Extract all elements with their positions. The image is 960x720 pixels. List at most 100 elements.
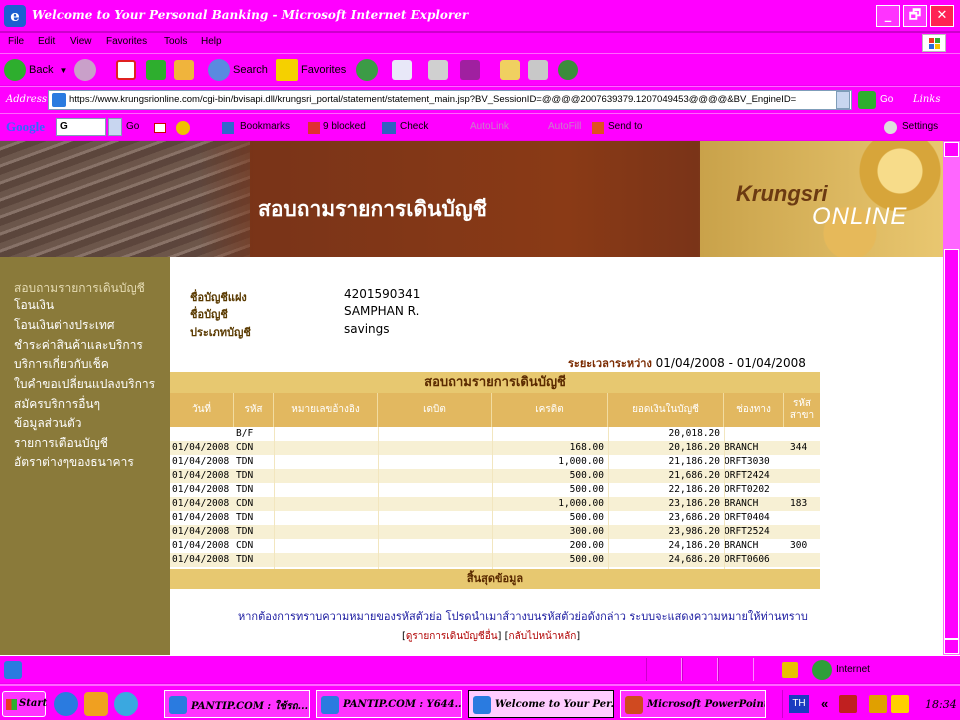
go-button[interactable]: Go	[880, 94, 893, 105]
news-icon[interactable]	[176, 121, 190, 135]
minimize-button[interactable]: _	[876, 5, 900, 27]
close-button[interactable]: ✕	[930, 5, 954, 27]
folder-quicklaunch-icon[interactable]	[84, 692, 108, 716]
ie-quicklaunch-icon[interactable]	[54, 692, 78, 716]
cell-code[interactable]: CDN	[236, 442, 253, 453]
refresh-button[interactable]	[146, 58, 166, 82]
settings-button[interactable]: Settings	[902, 121, 938, 132]
tray-app-icon[interactable]	[839, 695, 857, 713]
bookmark-star-icon[interactable]	[222, 122, 234, 134]
volume-icon[interactable]	[891, 695, 909, 713]
scroll-down-button[interactable]	[944, 639, 959, 654]
autolink-button[interactable]: AutoLink	[470, 121, 509, 132]
address-bar: Address https://www.krungsrionline.com/c…	[0, 86, 960, 113]
menu-tools[interactable]: Tools	[164, 36, 187, 47]
edit-button[interactable]	[460, 58, 480, 82]
vertical-scrollbar[interactable]	[943, 141, 960, 655]
address-dropdown-icon[interactable]	[836, 91, 850, 109]
messenger-button[interactable]	[558, 58, 578, 82]
other-statement-link[interactable]: ดูรายการเดินบัญชีอื่น	[406, 631, 498, 642]
standard-toolbar: Back ▼ Search Favorites	[0, 53, 960, 85]
sidebar-item-rates[interactable]: อัตราต่างๆของธนาคาร	[14, 453, 134, 472]
autofill-button[interactable]: AutoFill	[548, 121, 581, 132]
back-dropdown-icon[interactable]: ▼	[59, 66, 67, 75]
home-button[interactable]	[174, 58, 194, 82]
taskbar-item-pantip-2[interactable]: PANTIP.COM : Y644...	[316, 690, 462, 718]
history-button[interactable]	[356, 58, 381, 82]
scroll-thumb[interactable]	[944, 249, 959, 639]
google-search-input[interactable]: G	[56, 118, 106, 136]
google-dropdown-icon[interactable]	[108, 118, 122, 136]
menu-edit[interactable]: Edit	[38, 36, 55, 47]
statement-period: ระยะเวลาระหว่าง 01/04/2008 - 01/04/2008	[568, 354, 806, 372]
sidebar-item-other-services[interactable]: สมัครบริการอื่นๆ	[14, 395, 100, 414]
menu-favorites[interactable]: Favorites	[106, 36, 147, 47]
cell-code[interactable]: TDN	[236, 484, 253, 495]
cell-code[interactable]: TDN	[236, 456, 253, 467]
print-button[interactable]	[428, 58, 448, 82]
taskbar-item-powerpoint[interactable]: Microsoft PowerPoint...	[620, 690, 766, 718]
cell-branch: 344	[790, 442, 808, 453]
popup-blocked-count[interactable]: 9 blocked	[323, 121, 366, 132]
menu-help[interactable]: Help	[201, 36, 222, 47]
gmail-icon[interactable]	[154, 123, 166, 133]
taskbar-item-pantip-1[interactable]: PANTIP.COM : ใช้รถ...	[164, 690, 310, 718]
search-icon	[208, 59, 230, 81]
cell-code[interactable]: B/F	[236, 428, 253, 439]
table-row: 01/04/2008 TDN 500.00 21,686.20 ORFT2424	[170, 469, 820, 483]
back-button[interactable]: Back ▼	[4, 58, 67, 82]
menu-view[interactable]: View	[70, 36, 92, 47]
cell-code[interactable]: TDN	[236, 512, 253, 523]
search-button[interactable]: Search	[208, 58, 268, 82]
check-button[interactable]: Check	[400, 121, 428, 132]
stop-button[interactable]	[116, 58, 136, 82]
sidebar-item-bill-payment[interactable]: ชำระค่าสินค้าและบริการ	[14, 336, 143, 355]
cell-code[interactable]: CDN	[236, 540, 253, 551]
address-label: Address	[6, 94, 47, 105]
favorites-button[interactable]: Favorites	[276, 58, 346, 82]
tray-app-icon[interactable]	[869, 695, 887, 713]
cell-balance: 21,686.20	[668, 470, 720, 481]
lock-icon[interactable]	[782, 662, 798, 678]
back-home-link[interactable]: กลับไปหน้าหลัก	[509, 631, 577, 642]
sidebar-item-alerts[interactable]: รายการเตือนบัญชี	[14, 434, 108, 453]
sidebar-item-profile[interactable]: ข้อมูลส่วนตัว	[14, 414, 81, 433]
address-input[interactable]: https://www.krungsrionline.com/cgi-bin/b…	[48, 90, 852, 110]
sidebar-item-service-change[interactable]: ใบคำขอเปลี่ยนแปลงบริการ	[14, 375, 155, 394]
ie-icon[interactable]: e	[4, 5, 26, 27]
tray-expand-icon[interactable]: «	[821, 696, 828, 711]
notes-button[interactable]	[500, 58, 520, 82]
links-button[interactable]: Links	[913, 94, 940, 105]
ie-task-icon	[169, 696, 187, 714]
cell-channel: BRANCH	[724, 540, 759, 551]
home-icon	[174, 60, 194, 80]
scroll-up-button[interactable]	[944, 142, 959, 157]
taskbar-item-krungsri[interactable]: Welcome to Your Per...	[468, 690, 614, 718]
internet-globe-icon	[812, 660, 832, 680]
go-arrow-icon[interactable]	[858, 91, 876, 109]
forward-button[interactable]	[74, 58, 99, 82]
cell-code[interactable]: CDN	[236, 498, 253, 509]
cell-code[interactable]: TDN	[236, 470, 253, 481]
language-indicator[interactable]: TH	[789, 695, 809, 713]
sidebar-item-intl-transfer[interactable]: โอนเงินต่างประเทศ	[14, 316, 115, 335]
cell-channel: ORFT0606	[724, 554, 770, 565]
media-quicklaunch-icon[interactable]	[114, 692, 138, 716]
back-arrow-icon	[4, 59, 26, 81]
bookmarks-button[interactable]: Bookmarks	[240, 121, 290, 132]
sidebar-item-transfer[interactable]: โอนเงิน	[14, 296, 54, 315]
krungsri-logo-bottom: ONLINE	[812, 203, 908, 230]
send-to-icon	[592, 122, 604, 134]
research-button[interactable]	[528, 58, 548, 82]
cell-code[interactable]: TDN	[236, 526, 253, 537]
account-name-label: ชื่อบัญชี	[190, 308, 228, 321]
send-to-button[interactable]: Send to	[608, 121, 642, 132]
start-button[interactable]: Start	[2, 691, 47, 717]
system-tray: TH « 18:34	[782, 690, 958, 718]
cell-code[interactable]: TDN	[236, 554, 253, 565]
sidebar-item-cheque[interactable]: บริการเกี่ยวกับเช็ค	[14, 355, 109, 374]
mail-button[interactable]	[392, 58, 412, 82]
menu-file[interactable]: File	[8, 36, 24, 47]
restore-button[interactable]: 🗗	[903, 5, 927, 27]
google-go-button[interactable]: Go	[126, 121, 139, 132]
